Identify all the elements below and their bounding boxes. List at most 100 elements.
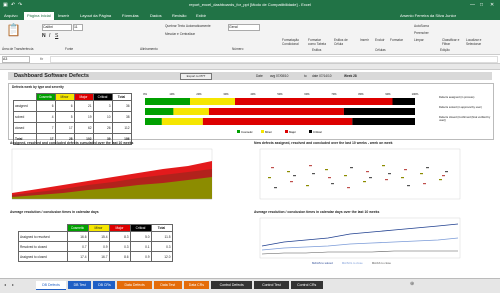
wrap-text-button[interactable]: Quebrar Texto Automaticamente (165, 24, 211, 28)
week-marker (382, 165, 385, 167)
bar-segment (392, 98, 415, 105)
axis-tick: 60% (304, 92, 310, 96)
week-marker (306, 185, 309, 187)
paste-icon[interactable]: 📋 (6, 23, 21, 37)
week-marker (287, 171, 290, 173)
minimize-icon[interactable]: — (470, 2, 475, 8)
ribbon: 📋 Área de Transferência Calibri 11 N I S… (0, 20, 500, 55)
group-styles: Estilos (312, 48, 322, 52)
delete-cells-button[interactable]: Excluir (375, 38, 385, 42)
table-cell: 26 (92, 122, 113, 134)
row-label: assigned (13, 100, 37, 112)
table-cell: 17.4 (66, 251, 89, 262)
font-size-select[interactable]: 11 (73, 24, 83, 31)
bar-segment (235, 98, 393, 105)
legend-label: Major (289, 130, 296, 134)
redo-icon[interactable]: ↷ (18, 2, 22, 8)
table-cell: 36 (111, 100, 132, 112)
tab-scroll-left-icon[interactable]: ◂ (4, 282, 6, 287)
table-cell: 8.3 (108, 231, 131, 242)
legend-label: Minor (265, 130, 272, 134)
name-box[interactable]: A3 (2, 56, 30, 63)
table-cell: 8.6 (108, 251, 131, 262)
tab-review[interactable]: Revisão (172, 13, 186, 18)
group-alignment: Alinhamento (140, 47, 158, 51)
to-value: date 07/14/10 (312, 74, 332, 78)
table-cell: 0.7 (66, 241, 89, 252)
bar-label-assigned: Defects assigned (in process) (439, 96, 475, 99)
bar-label-closed: Defects closed (Confirmed (final verifie… (439, 116, 491, 122)
tab-data[interactable]: Dados (150, 13, 162, 18)
sheet-tab[interactable]: DB CRs (93, 281, 116, 289)
legend-swatch (285, 130, 288, 133)
merge-center-button[interactable]: Mesclar e Centralizar (165, 32, 195, 36)
week-marker (404, 169, 407, 171)
date-label: Date (256, 74, 263, 78)
cell-styles-button[interactable]: Estilos de Célula (334, 38, 354, 46)
th-critical: Critical (92, 93, 113, 101)
tab-view[interactable]: Exibir (196, 13, 206, 18)
sheet-tab[interactable]: Control Defects (211, 281, 253, 289)
th-total: Total (111, 93, 132, 101)
week-marker (328, 177, 331, 179)
sheet-tab[interactable]: Data Test (153, 281, 182, 289)
week-marker (350, 167, 353, 169)
formula-input[interactable] (50, 56, 498, 63)
close-icon[interactable]: ✕ (490, 2, 494, 8)
tab-formulas[interactable]: Fórmulas (122, 13, 139, 18)
fill-button[interactable]: Preencher (414, 31, 429, 35)
sheet-tab[interactable]: Control CRs (290, 281, 323, 289)
avg-resolution-trend-panel: Average resolution / conclusion times in… (252, 210, 492, 272)
number-format-select[interactable]: Geral (228, 24, 260, 31)
sheet-tab[interactable]: Data Defects (117, 281, 152, 289)
tab-insert[interactable]: Inserir (58, 13, 69, 18)
user-name[interactable]: Arsenio Ferreira da Silva Junior (400, 13, 456, 18)
week-marker (369, 177, 372, 179)
bold-icon[interactable]: N (42, 33, 46, 39)
fx-icon[interactable]: fx (40, 56, 43, 61)
insert-cells-button[interactable]: Inserir (360, 38, 369, 42)
autosum-button[interactable]: AutoSoma (414, 24, 429, 28)
clear-button[interactable]: Limpar (414, 38, 424, 42)
sheet-tab[interactable]: Control Test (254, 281, 289, 289)
axis-tick: 0% (143, 92, 147, 96)
chart5-legend: MA/AS to solved MA/SOL to close MA/AS to… (312, 260, 391, 265)
row-label: Assigned to resolved (18, 231, 68, 242)
font-name-select[interactable]: Calibri (42, 24, 72, 31)
week-label: Week 28 (344, 74, 357, 78)
underline-icon[interactable]: S (55, 33, 58, 39)
table-row: closed 7 17 62 26 112 (13, 122, 132, 134)
tab-page-layout[interactable]: Layout da Página (80, 13, 111, 18)
tab-scroll-right-icon[interactable]: ▸ (12, 282, 14, 287)
week-marker (388, 173, 391, 175)
week-marker (363, 181, 366, 183)
week-on-week-chart (259, 148, 461, 200)
tab-file[interactable]: Arquivo (4, 13, 18, 18)
italic-icon[interactable]: I (49, 33, 50, 39)
save-icon[interactable]: ▣ (3, 2, 8, 8)
week-marker (426, 167, 429, 169)
table-cell: 16.6 (66, 231, 89, 242)
sort-filter-button[interactable]: Classificar e Filtrar (442, 38, 464, 46)
axis-tick: 70% (331, 92, 337, 96)
table-cell: 112 (111, 122, 132, 134)
bar-segment (145, 118, 162, 125)
table-cell: 5.0 (129, 231, 152, 242)
sheet-tab[interactable]: Data CRs (183, 281, 210, 289)
sheet-tab[interactable]: DB Defects (36, 281, 66, 290)
maximize-icon[interactable]: □ (480, 2, 483, 8)
axis-tick: 50% (277, 92, 283, 96)
table-cell: 0.9 (129, 251, 152, 262)
axis-tick: 10% (169, 92, 175, 96)
format-cells-button[interactable]: Formatar (390, 38, 403, 42)
add-sheet-icon[interactable]: ⊕ (410, 281, 414, 287)
sheet-tab[interactable]: DB Test (68, 281, 92, 289)
format-as-table-button[interactable]: Formatar como Tabela (308, 38, 328, 46)
find-select-button[interactable]: Localizar e Selecionar (466, 38, 492, 46)
conditional-format-button[interactable]: Formatação Condicional (282, 38, 302, 46)
export-ppt-button[interactable]: Export to PPT (180, 73, 212, 80)
table-cell: 0.9 (87, 241, 110, 252)
undo-icon[interactable]: ↶ (11, 2, 15, 8)
table-cell: 3 (92, 100, 113, 112)
bar-segment (208, 108, 344, 115)
